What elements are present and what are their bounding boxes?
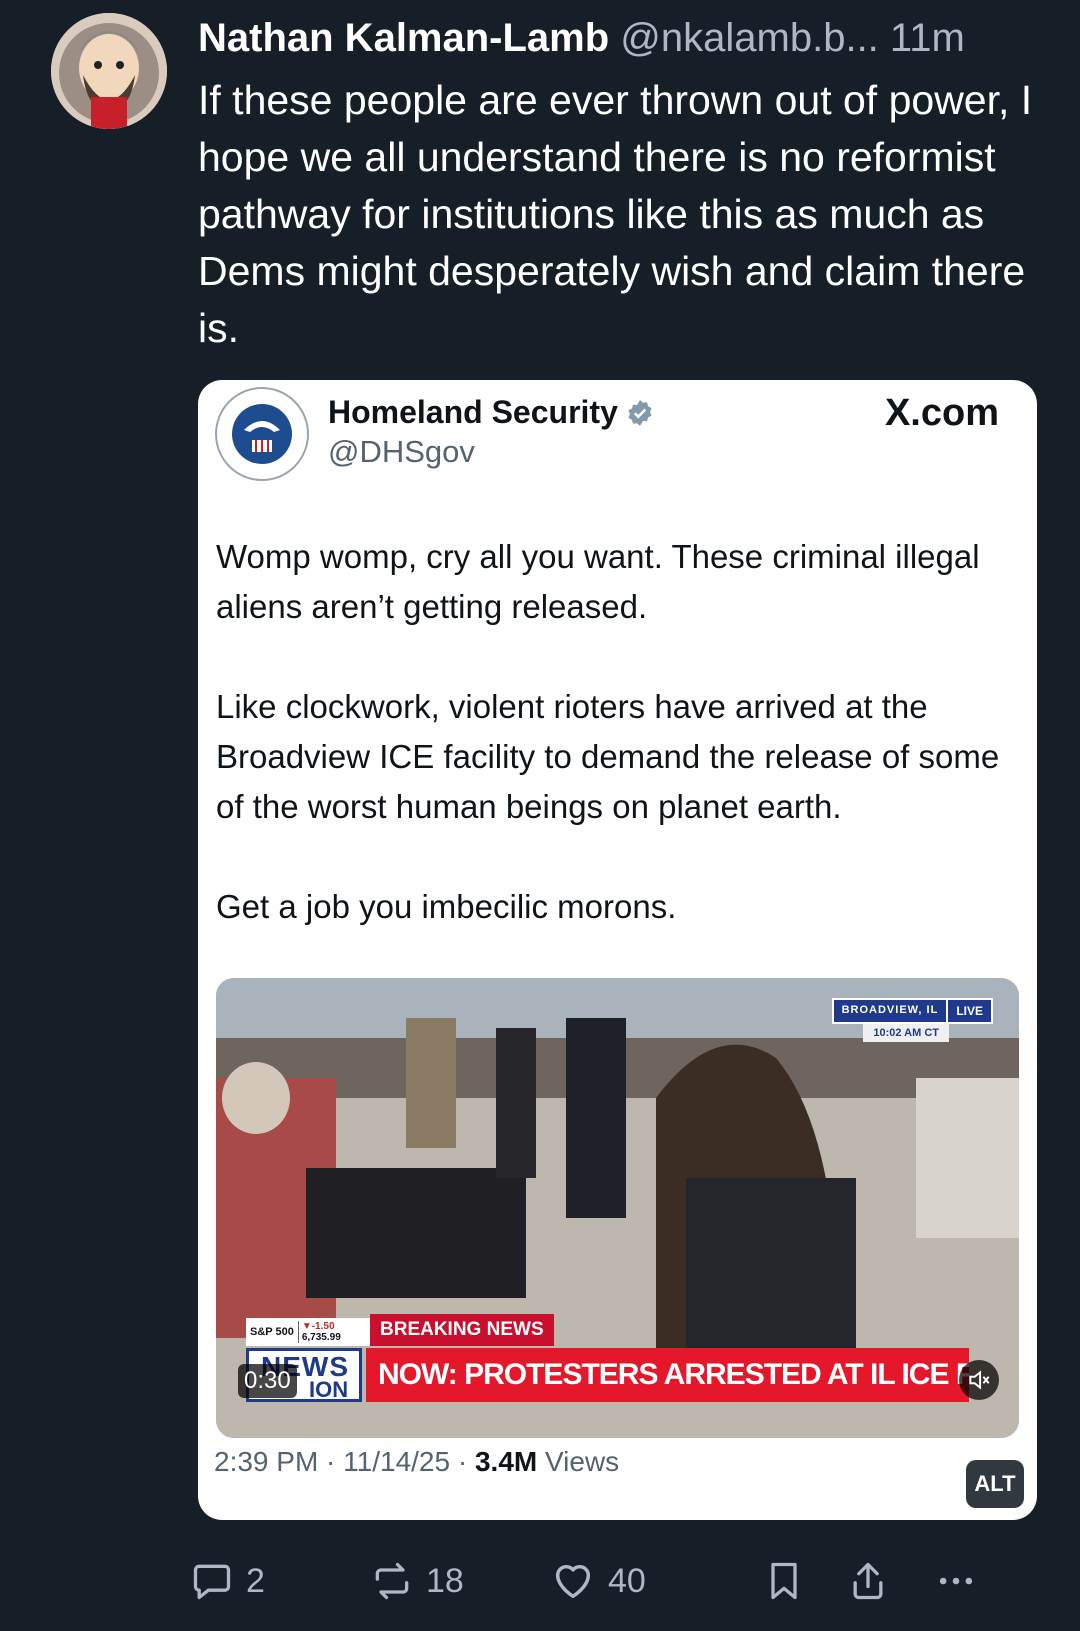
ticker-value: 6,735.99 bbox=[301, 1332, 341, 1343]
repost-icon bbox=[375, 1562, 409, 1600]
share-icon bbox=[853, 1562, 883, 1600]
repost-button[interactable]: 18 bbox=[370, 1554, 464, 1608]
embed-paragraph: Get a job you imbecilic morons. bbox=[216, 888, 677, 925]
repost-count: 18 bbox=[426, 1561, 464, 1600]
author-handle[interactable]: @nkalamb.b... bbox=[620, 16, 879, 60]
source-label: X.com bbox=[884, 392, 999, 434]
embed-timestamp: 2:39 PM · 11/14/25 · bbox=[214, 1446, 475, 1477]
avatar-illustration bbox=[51, 13, 167, 129]
live-label: LIVE bbox=[946, 1000, 991, 1022]
reply-icon bbox=[193, 1564, 231, 1600]
author-name[interactable]: Nathan Kalman-Lamb bbox=[198, 16, 609, 60]
ellipsis-icon bbox=[939, 1577, 973, 1585]
video-player[interactable]: BROADVIEW, IL LIVE 10:02 AM CT S&P 500 ▼… bbox=[216, 978, 1019, 1438]
ticker-change: ▼-1.50 bbox=[301, 1321, 335, 1332]
embed-views-count: 3.4M bbox=[474, 1446, 538, 1477]
embed-account-name-row: Homeland Security bbox=[328, 394, 654, 431]
bookmark-button[interactable] bbox=[762, 1554, 806, 1608]
verified-badge-icon bbox=[628, 399, 652, 426]
avatar[interactable] bbox=[51, 13, 167, 129]
news-headline: NOW: PROTESTERS ARRESTED AT IL ICE FACIL… bbox=[366, 1348, 969, 1402]
more-options-button[interactable] bbox=[934, 1554, 978, 1608]
logo-line-2: ION bbox=[309, 1377, 349, 1402]
reply-count: 2 bbox=[246, 1561, 265, 1600]
bookmark-icon bbox=[771, 1562, 797, 1600]
share-button[interactable] bbox=[846, 1554, 890, 1608]
dhs-seal-icon bbox=[215, 387, 309, 481]
embed-paragraph: Like clockwork, violent rioters have arr… bbox=[216, 688, 1000, 825]
reply-button[interactable]: 2 bbox=[190, 1554, 265, 1608]
location-label: BROADVIEW, IL bbox=[841, 1004, 939, 1016]
ticker-name: S&P 500 bbox=[250, 1326, 294, 1338]
location-badge: BROADVIEW, IL LIVE bbox=[831, 998, 993, 1024]
post: Nathan Kalman-Lamb @nkalamb.b... 11m If … bbox=[0, 0, 1080, 1631]
like-button[interactable]: 40 bbox=[550, 1554, 646, 1608]
embed-text: Womp womp, cry all you want. These crimi… bbox=[216, 532, 1026, 982]
broadcast-clock: 10:02 AM CT bbox=[863, 1024, 949, 1042]
alt-text-button[interactable]: ALT bbox=[966, 1460, 1024, 1508]
embed-paragraph: Womp womp, cry all you want. These crimi… bbox=[216, 538, 980, 625]
mute-button[interactable] bbox=[959, 1360, 999, 1400]
speaker-muted-icon bbox=[969, 1370, 990, 1390]
post-header: Nathan Kalman-Lamb @nkalamb.b... 11m bbox=[198, 14, 1060, 62]
video-duration: 0:30 bbox=[238, 1364, 297, 1398]
post-actions: 2 18 40 bbox=[190, 1554, 1050, 1608]
stock-ticker: S&P 500 ▼-1.50 6,735.99 bbox=[246, 1318, 370, 1346]
post-time[interactable]: 11m bbox=[890, 16, 965, 60]
embed-account-name[interactable]: Homeland Security bbox=[328, 394, 618, 431]
embed-account-handle[interactable]: @DHSgov bbox=[328, 434, 475, 470]
ticker-values: ▼-1.50 6,735.99 bbox=[297, 1321, 341, 1343]
breaking-news-label: BREAKING NEWS bbox=[370, 1314, 554, 1346]
embed-meta: 2:39 PM · 11/14/25 · 3.4M Views bbox=[214, 1446, 619, 1478]
embedded-screenshot[interactable]: Homeland Security @DHSgov X.com Womp wom… bbox=[198, 380, 1037, 1520]
post-text: If these people are ever thrown out of p… bbox=[198, 77, 1033, 351]
embed-views-label: Views bbox=[537, 1446, 620, 1477]
heart-icon bbox=[555, 1564, 591, 1599]
like-count: 40 bbox=[608, 1561, 646, 1600]
